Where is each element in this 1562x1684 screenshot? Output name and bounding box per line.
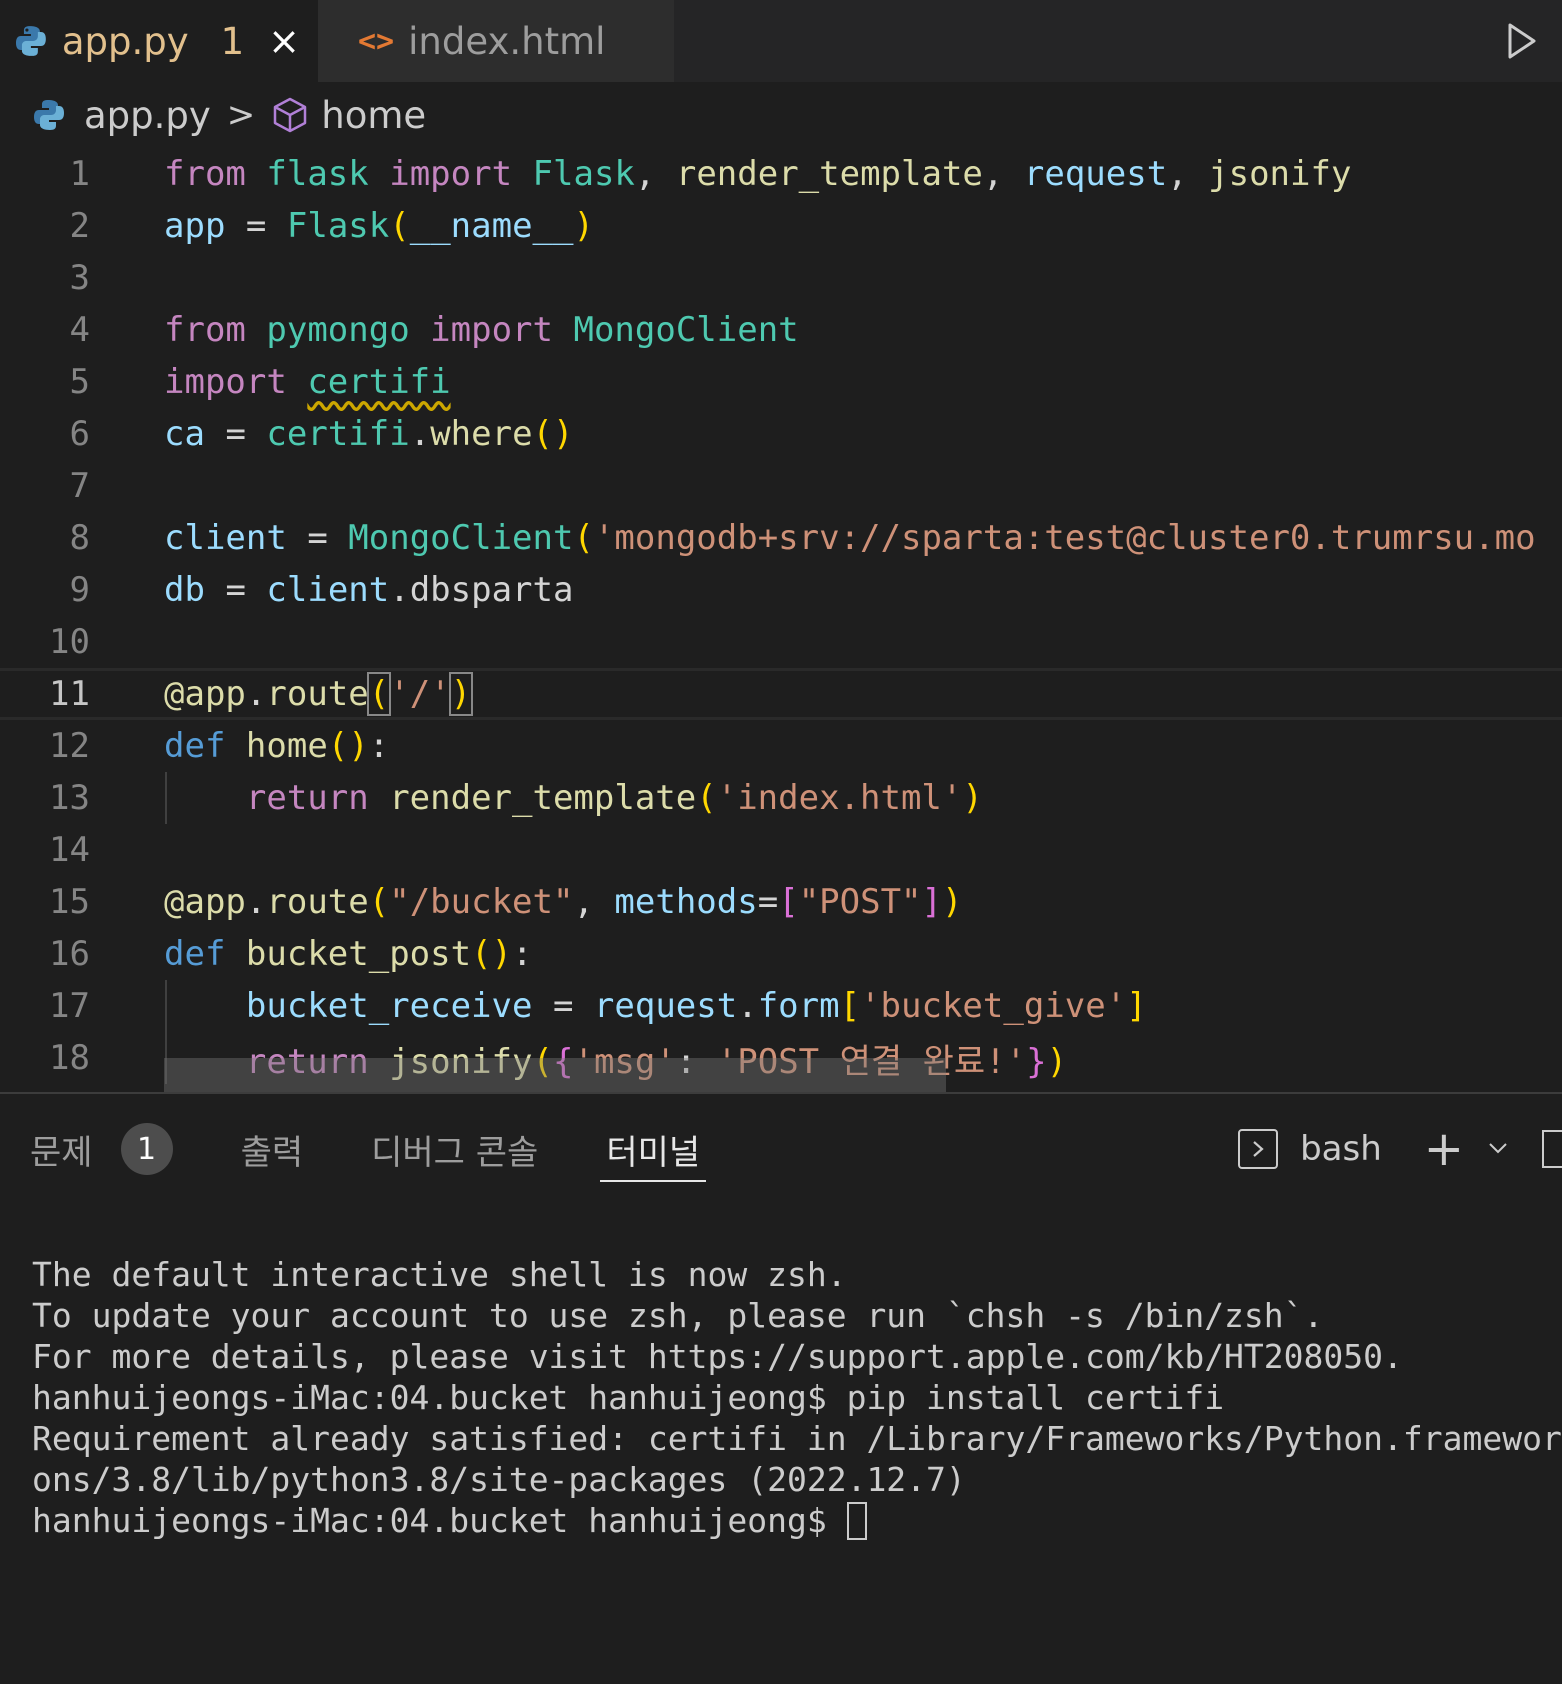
code-line[interactable]: 1 from flask import Flask, render_templa… bbox=[0, 148, 1562, 200]
tab-debug-console[interactable]: 디버그 콘솔 bbox=[371, 1094, 538, 1204]
terminal-prompt-line: hanhuijeongs-iMac:04.bucket hanhuijeong$ bbox=[32, 1500, 1562, 1541]
code-line[interactable]: 17 bucket_receive = request.form['bucket… bbox=[0, 980, 1562, 1032]
chevron-down-icon[interactable] bbox=[1486, 1129, 1510, 1169]
code-line[interactable]: 8 client = MongoClient('mongodb+srv://sp… bbox=[0, 512, 1562, 564]
add-terminal-icon[interactable]: + bbox=[1424, 1121, 1464, 1177]
code-line[interactable]: 3 bbox=[0, 252, 1562, 304]
terminal-line: Requirement already satisfied: certifi i… bbox=[32, 1419, 1562, 1458]
problems-badge: 1 bbox=[120, 1123, 173, 1175]
bottom-panel: 문제 1 출력 디버그 콘솔 터미널 bash + The default in… bbox=[0, 1092, 1562, 1684]
terminal-line: hanhuijeongs-iMac:04.bucket hanhuijeong$… bbox=[32, 1378, 1225, 1417]
breadcrumb: app.py > home bbox=[0, 82, 1562, 148]
terminal-prompt: hanhuijeongs-iMac:04.bucket hanhuijeong$ bbox=[32, 1501, 847, 1540]
code-editor[interactable]: 1 from flask import Flask, render_templa… bbox=[0, 148, 1562, 1092]
tab-label: index.html bbox=[408, 19, 606, 63]
terminal-cursor bbox=[846, 1502, 867, 1540]
tab-terminal[interactable]: 터미널 bbox=[600, 1094, 707, 1204]
tab-problems[interactable]: 문제 1 bbox=[30, 1094, 173, 1204]
editor-tab-bar: app.py 1 × <> index.html bbox=[0, 0, 1562, 82]
code-text: @app.route('/') bbox=[164, 672, 474, 716]
terminal-icon bbox=[1238, 1129, 1279, 1169]
code-text: def home(): bbox=[164, 726, 390, 766]
line-number: 4 bbox=[69, 310, 90, 350]
terminal-line: For more details, please visit https://s… bbox=[32, 1337, 1403, 1376]
split-terminal-icon[interactable] bbox=[1542, 1130, 1562, 1168]
line-number: 1 bbox=[69, 154, 90, 194]
code-line[interactable]: 14 bbox=[0, 824, 1562, 876]
breadcrumb-symbol[interactable]: home bbox=[321, 94, 426, 137]
line-number: 17 bbox=[49, 986, 90, 1026]
line-number: 16 bbox=[49, 934, 90, 974]
html-icon: <> bbox=[358, 23, 395, 59]
code-text: from pymongo import MongoClient bbox=[164, 310, 799, 350]
play-icon bbox=[1508, 23, 1536, 59]
panel-actions: bash + bbox=[1238, 1094, 1562, 1204]
code-text: db = client.dbsparta bbox=[164, 570, 574, 610]
terminal-shell-name[interactable]: bash bbox=[1300, 1129, 1382, 1169]
line-number: 12 bbox=[49, 726, 90, 766]
line-number: 9 bbox=[69, 570, 90, 610]
code-text: return render_template('index.html') bbox=[245, 778, 983, 818]
tab-index-html[interactable]: <> index.html bbox=[318, 0, 674, 82]
code-line[interactable]: 12 def home(): bbox=[0, 720, 1562, 772]
code-text: ca = certifi.where() bbox=[164, 414, 574, 454]
tab-label: app.py bbox=[61, 19, 189, 63]
code-text: client = MongoClient('mongodb+srv://spar… bbox=[164, 518, 1536, 558]
horizontal-scrollbar[interactable] bbox=[164, 1058, 946, 1092]
code-line[interactable]: 10 bbox=[0, 616, 1562, 668]
breadcrumb-file[interactable]: app.py bbox=[84, 94, 211, 137]
line-number: 5 bbox=[69, 362, 90, 402]
line-number: 13 bbox=[49, 778, 90, 818]
line-number: 6 bbox=[69, 414, 90, 454]
code-line[interactable]: 2 app = Flask(__name__) bbox=[0, 200, 1562, 252]
tab-label: 문제 bbox=[30, 1132, 93, 1173]
code-line[interactable]: 6 ca = certifi.where() bbox=[0, 408, 1562, 460]
method-cube-icon bbox=[274, 97, 307, 133]
code-line-current[interactable]: 11 @app.route('/') bbox=[0, 668, 1562, 720]
code-text: @app.route("/bucket", methods=["POST"]) bbox=[164, 882, 963, 922]
line-number: 7 bbox=[69, 466, 90, 506]
code-text: bucket_receive = request.form['bucket_gi… bbox=[245, 986, 1147, 1026]
chevron-right-icon: > bbox=[226, 95, 256, 135]
code-line[interactable]: 13 return render_template('index.html') bbox=[0, 772, 1562, 824]
tabbar-spacer bbox=[674, 0, 1482, 82]
python-icon bbox=[34, 100, 64, 130]
code-line[interactable]: 15 @app.route("/bucket", methods=["POST"… bbox=[0, 876, 1562, 928]
code-text: app = Flask(__name__) bbox=[164, 206, 594, 246]
close-icon[interactable]: × bbox=[268, 19, 300, 63]
tab-label: 출력 bbox=[240, 1132, 304, 1173]
code-line[interactable]: 9 db = client.dbsparta bbox=[0, 564, 1562, 616]
terminal-line: ons/3.8/lib/python3.8/site-packages (202… bbox=[32, 1460, 966, 1499]
line-number: 15 bbox=[49, 882, 90, 922]
line-number: 10 bbox=[49, 622, 90, 662]
run-button[interactable] bbox=[1482, 0, 1562, 82]
code-text: def bucket_post(): bbox=[164, 934, 533, 974]
terminal-line: To update your account to use zsh, pleas… bbox=[32, 1296, 1324, 1335]
line-number: 3 bbox=[69, 258, 90, 298]
code-line[interactable]: 16 def bucket_post(): bbox=[0, 928, 1562, 980]
code-line[interactable]: 5 import certifi bbox=[0, 356, 1562, 408]
terminal-output[interactable]: The default interactive shell is now zsh… bbox=[32, 1254, 1562, 1541]
tab-label: 터미널 bbox=[606, 1132, 701, 1173]
tab-label: 디버그 콘솔 bbox=[371, 1132, 539, 1173]
line-number: 18 bbox=[49, 1038, 90, 1078]
line-number: 14 bbox=[49, 830, 90, 870]
problem-count: 1 bbox=[220, 19, 245, 63]
tab-app-py[interactable]: app.py 1 × bbox=[0, 0, 318, 82]
code-text: import certifi bbox=[164, 362, 451, 402]
line-number: 8 bbox=[69, 518, 90, 558]
line-number: 2 bbox=[69, 206, 90, 246]
line-number: 11 bbox=[49, 674, 90, 714]
terminal-line: The default interactive shell is now zsh… bbox=[32, 1255, 847, 1294]
code-line[interactable]: 7 bbox=[0, 460, 1562, 512]
code-text: from flask import Flask, render_template… bbox=[164, 154, 1352, 194]
python-icon bbox=[15, 26, 46, 56]
tab-output[interactable]: 출력 bbox=[241, 1094, 304, 1204]
code-line[interactable]: 4 from pymongo import MongoClient bbox=[0, 304, 1562, 356]
